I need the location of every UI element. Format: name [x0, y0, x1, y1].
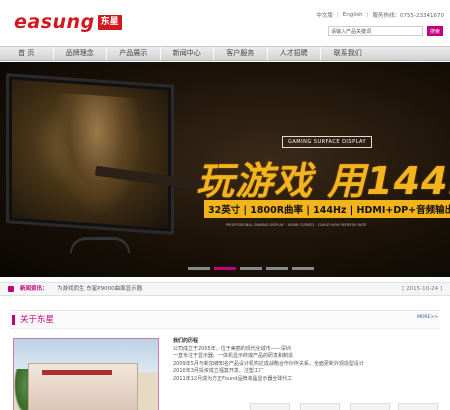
news-icon — [8, 286, 14, 292]
logo-text: easung — [14, 11, 95, 33]
banner-fine-print: PROFESSIONAL GAMING DISPLAY · 1800R CURV… — [226, 223, 367, 227]
ticker-headline[interactable]: 为游戏而生 东星P9000曲面显示器 — [57, 283, 142, 295]
ticker-label: 新闻资讯： — [20, 286, 48, 292]
nav-item-contact[interactable]: 联系我们 — [321, 47, 375, 60]
logo[interactable]: easung 东星 — [14, 11, 122, 33]
thumbnail[interactable] — [300, 403, 340, 410]
section-marker — [12, 315, 15, 325]
monitor-image — [6, 73, 174, 235]
company-building-photo — [13, 338, 159, 410]
search-bar: 搜索 — [328, 26, 443, 36]
slide-dot-active[interactable] — [214, 267, 236, 270]
about-section: 关于东星 MORE>> 我们的历程 公司成立于2005年，位于美丽的现代化城市—… — [10, 310, 440, 410]
slide-dot[interactable] — [240, 267, 262, 270]
nav-item-jobs[interactable]: 人才招聘 — [268, 47, 321, 60]
hero-banner[interactable]: GAMING SURFACE DISPLAY 玩游戏 用144H 32英寸 | … — [0, 62, 450, 277]
monitor-screen — [12, 79, 168, 229]
soldier-artwork — [52, 92, 142, 219]
lang-chinese-link[interactable]: 中文版 — [316, 11, 333, 19]
about-line: 一直专注于显示器、一体机显示终端产品的研发和制造 — [173, 353, 294, 360]
thumbnail[interactable] — [398, 403, 438, 410]
nav-item-news[interactable]: 新闻中心 — [161, 47, 214, 60]
slide-dot[interactable] — [188, 267, 210, 270]
about-subhead: 我们的历程 — [173, 338, 199, 344]
more-link[interactable]: MORE>> — [417, 315, 438, 320]
banner-badge: GAMING SURFACE DISPLAY — [282, 136, 373, 148]
about-text: 我们的历程 公司成立于2005年，位于美丽的现代化城市——深圳 一直专注于显示器… — [173, 338, 413, 384]
news-ticker: 新闻资讯： 为游戏而生 东星P9000曲面显示器 [ 2015-10-24 ] — [0, 282, 450, 296]
nav-item-home[interactable]: 首 页 — [0, 47, 54, 60]
top-links: 中文版 | English | 服务热线：0755-23341670 — [316, 11, 444, 19]
nav-item-brand[interactable]: 品牌理念 — [54, 47, 107, 60]
slide-indicators — [188, 267, 314, 270]
site-header: easung 东星 中文版 | English | 服务热线：0755-2334… — [0, 0, 450, 44]
nav-item-products[interactable]: 产品展示 — [107, 47, 161, 60]
separator: | — [366, 12, 369, 18]
about-line: 2011年12月成为方正Found品牌液晶显示器全球代工 — [173, 375, 293, 382]
search-input[interactable] — [328, 26, 423, 36]
banner-specs: 32英寸 | 1800R曲率 | 144Hz | HDMI+DP+音频输出 — [204, 200, 450, 218]
slide-dot[interactable] — [266, 267, 288, 270]
about-header: 关于东星 MORE>> — [10, 311, 440, 329]
building-sign — [42, 370, 112, 375]
about-title: 关于东星 — [20, 315, 55, 325]
thumbnail[interactable] — [250, 403, 290, 410]
about-line: 2010年3月投资成立福莫开发、注塑工厂 — [173, 368, 264, 375]
slide-dot[interactable] — [292, 267, 314, 270]
ticker-date: [ 2015-10-24 ] — [402, 286, 442, 292]
banner-headline: 玩游戏 用144H — [196, 159, 450, 203]
nav-item-service[interactable]: 客户服务 — [214, 47, 268, 60]
separator: | — [336, 12, 339, 18]
monitor-stand — [70, 237, 130, 253]
thumbnail[interactable] — [350, 403, 390, 410]
service-hotline: 服务热线：0755-23341670 — [372, 13, 444, 19]
logo-badge: 东星 — [97, 14, 122, 30]
lang-english-link[interactable]: English — [343, 12, 363, 18]
main-nav: 首 页 品牌理念 产品展示 新闻中心 客户服务 人才招聘 联系我们 — [0, 46, 450, 61]
search-button[interactable]: 搜索 — [427, 26, 443, 36]
